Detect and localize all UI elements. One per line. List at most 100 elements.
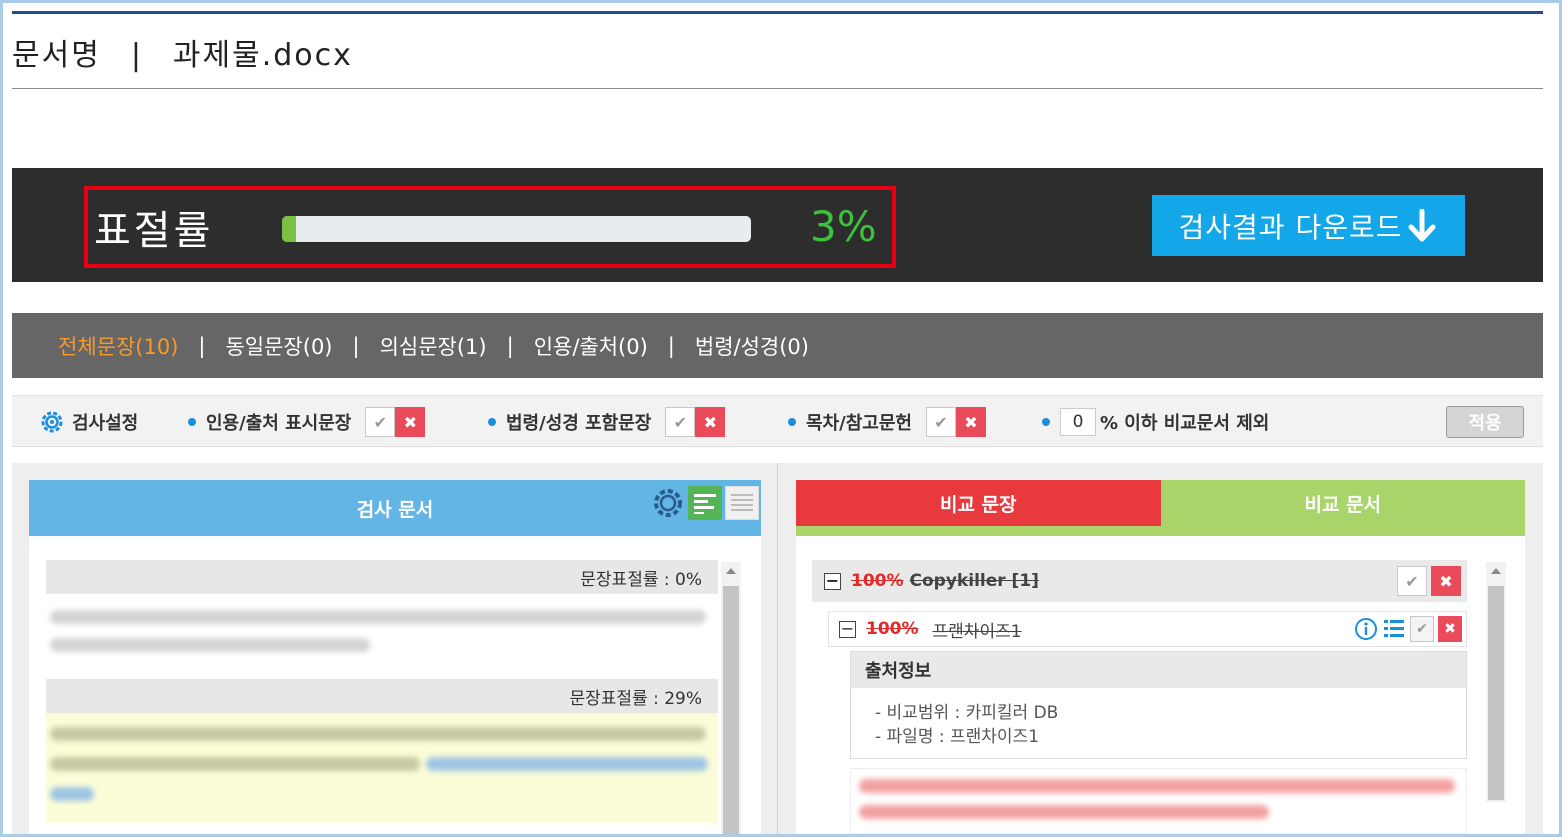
sentence-rate-label: 문장표절률 : 0% (580, 569, 702, 590)
highlight-view-button[interactable] (688, 486, 722, 520)
blurred-text-line (50, 638, 370, 652)
comparison-panel: 비교 문장 비교 문서 − 100% Copykiller [1] ✔ ✖ − … (796, 480, 1525, 834)
tab-identical-sentences[interactable]: 동일문장(0) (225, 331, 332, 361)
group-name: Copykiller [1] (909, 571, 1039, 591)
blurred-text-line (859, 779, 1455, 793)
option-toc-label: 목차/참고문헌 (806, 413, 912, 434)
download-results-button[interactable]: 검사결과 다운로드 (1152, 195, 1465, 256)
option-citation-include-button[interactable]: ✔ (365, 407, 396, 437)
view-controls (651, 486, 759, 520)
threshold-group: 0 % 이하 비교문서 제외 (1042, 396, 1269, 448)
blurred-text-line (50, 757, 420, 771)
tab-citations[interactable]: 인용/출처(0) (534, 331, 648, 361)
scroll-up-arrow-icon[interactable] (1491, 568, 1501, 574)
threshold-input[interactable]: 0 (1060, 408, 1096, 436)
scroll-thumb[interactable] (723, 586, 739, 834)
source-info-box: 출처정보 - 비교범위 : 카피킬러 DB - 파일명 : 프랜차이즈1 (850, 651, 1467, 759)
blurred-text-line (426, 757, 708, 771)
compared-sentence-blurred (850, 768, 1467, 834)
inspected-document-panel: 검사 문서 문장표절률 : 0% 문장표절률 : 29% (29, 480, 761, 834)
option-citation-exclude-button[interactable]: ✖ (395, 407, 426, 437)
gear-icon[interactable] (651, 486, 685, 520)
download-arrow-icon (1408, 208, 1436, 241)
option-toc-include-button[interactable]: ✔ (925, 407, 956, 437)
option-law: 법령/성경 포함문장 ✔ ✖ (488, 396, 726, 448)
full-text-view-button[interactable] (725, 486, 759, 520)
item-exclude-button[interactable]: ✖ (1438, 616, 1462, 642)
collapse-toggle[interactable]: − (839, 620, 856, 638)
tab-separator: | (352, 333, 360, 358)
option-law-exclude-button[interactable]: ✖ (695, 407, 726, 437)
tab-compare-sentence[interactable]: 비교 문장 (796, 480, 1161, 536)
comparison-tabs: 비교 문장 비교 문서 (796, 480, 1525, 536)
left-scrollbar[interactable] (721, 562, 741, 834)
item-percent: 100% (866, 619, 919, 639)
tab-separator: | (198, 333, 206, 358)
inspection-settings-bar: 검사설정 인용/출처 표시문장 ✔ ✖ 법령/성경 포함문장 ✔ ✖ 목차/참고… (12, 395, 1543, 447)
sentence-rate-header: 문장표절률 : 0% (46, 560, 718, 594)
plagiarism-progress-bar (282, 216, 751, 242)
right-scrollbar[interactable] (1486, 562, 1506, 802)
source-item-row: − 100% 프랜차이즈1 ✔ ✖ (828, 611, 1467, 647)
sentence-rate-header: 문장표절률 : 29% (46, 679, 718, 713)
list-lines-icon (731, 494, 753, 511)
settings-title-group: 검사설정 (40, 396, 138, 448)
sentence-filter-tabs: 전체문장(10) | 동일문장(0) | 의심문장(1) | 인용/출처(0) … (12, 313, 1543, 378)
list-icon[interactable] (1382, 617, 1406, 641)
info-icon[interactable] (1354, 617, 1378, 641)
item-actions: ✔ ✖ (1354, 616, 1462, 642)
blurred-text-line (50, 727, 706, 741)
source-info-title: 출처정보 (851, 652, 1466, 688)
download-results-label: 검사결과 다운로드 (1178, 210, 1403, 244)
option-law-include-button[interactable]: ✔ (665, 407, 696, 437)
apply-button[interactable]: 적용 (1446, 406, 1524, 438)
sentence-body-highlighted (46, 713, 718, 823)
source-info-filename: - 파일명 : 프랜차이즈1 (875, 727, 1040, 747)
blurred-text-line (50, 787, 94, 801)
blurred-text-line (859, 805, 1269, 819)
tab-separator: | (667, 333, 675, 358)
plagiarism-percent: 3% (810, 202, 877, 251)
title-separator: | (130, 38, 143, 73)
bullet-dot (1042, 418, 1050, 426)
item-name: 프랜차이즈1 (932, 621, 1022, 642)
tab-compare-document[interactable]: 비교 문서 (1160, 480, 1525, 536)
threshold-label: % 이하 비교문서 제외 (1100, 413, 1270, 434)
bullet-dot (488, 418, 496, 426)
collapse-toggle[interactable]: − (824, 572, 841, 590)
option-law-label: 법령/성경 포함문장 (506, 413, 652, 434)
group-include-button[interactable]: ✔ (1397, 566, 1427, 596)
bullet-dot (188, 418, 196, 426)
document-label: 문서명 (12, 38, 101, 73)
option-toc-exclude-button[interactable]: ✖ (955, 407, 986, 437)
title-divider (12, 88, 1543, 89)
option-citation: 인용/출처 표시문장 ✔ ✖ (188, 396, 426, 448)
sentence-body-blurred (46, 594, 718, 672)
group-exclude-button[interactable]: ✖ (1431, 566, 1461, 596)
settings-title: 검사설정 (72, 413, 139, 434)
settings-gear-icon (41, 411, 63, 433)
tab-separator: | (506, 333, 514, 358)
option-toc: 목차/참고문헌 ✔ ✖ (788, 396, 986, 448)
tab-all-sentences[interactable]: 전체문장(10) (58, 331, 178, 361)
scroll-thumb[interactable] (1488, 586, 1504, 800)
scroll-up-arrow-icon[interactable] (726, 568, 736, 574)
plagiarism-band: 표절률 3% 검사결과 다운로드 (12, 168, 1543, 282)
plagiarism-label: 표절률 (94, 208, 214, 254)
document-filename: 과제물.docx (172, 38, 353, 73)
source-info-scope: - 비교범위 : 카피킬러 DB (875, 703, 1059, 723)
inspected-document-header: 검사 문서 (29, 480, 761, 536)
item-include-button[interactable]: ✔ (1410, 616, 1434, 642)
tab-suspicious-sentences[interactable]: 의심문장(1) (380, 331, 487, 361)
bullet-dot (788, 418, 796, 426)
group-actions: ✔ ✖ (1397, 566, 1461, 596)
document-title: 문서명 | 과제물.docx (12, 30, 353, 74)
option-citation-label: 인용/출처 표시문장 (206, 413, 352, 434)
tab-law-scripture[interactable]: 법령/성경(0) (695, 331, 809, 361)
sentence-rate-label: 문장표절률 : 29% (569, 688, 702, 709)
top-rule (12, 11, 1543, 14)
plagiarism-highlight-box: 표절률 3% (84, 186, 896, 268)
blurred-text-line (50, 610, 706, 624)
source-group-row: − 100% Copykiller [1] ✔ ✖ (812, 560, 1467, 602)
plagiarism-progress-fill (282, 216, 297, 242)
